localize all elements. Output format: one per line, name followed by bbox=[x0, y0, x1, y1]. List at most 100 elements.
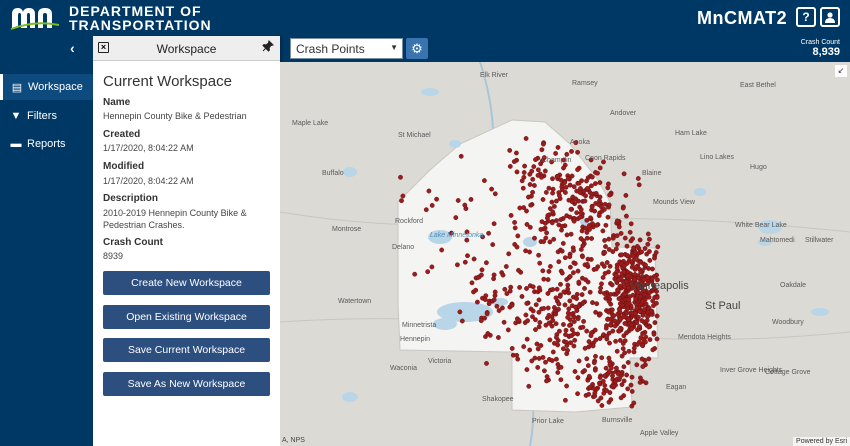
crash-point[interactable] bbox=[537, 320, 543, 325]
crash-point[interactable] bbox=[614, 233, 620, 239]
crash-point[interactable] bbox=[639, 249, 644, 255]
crash-point[interactable] bbox=[632, 272, 638, 277]
crash-point[interactable] bbox=[526, 383, 532, 389]
crash-point[interactable] bbox=[577, 214, 583, 220]
crash-point[interactable] bbox=[612, 323, 618, 329]
crash-point[interactable] bbox=[575, 391, 580, 397]
crash-point[interactable] bbox=[507, 164, 513, 169]
crash-point[interactable] bbox=[623, 278, 629, 284]
crash-point[interactable] bbox=[644, 274, 650, 280]
crash-point[interactable] bbox=[637, 309, 643, 314]
crash-point[interactable] bbox=[514, 244, 520, 250]
crash-point[interactable] bbox=[625, 386, 631, 392]
crash-point[interactable] bbox=[551, 203, 557, 209]
crash-point[interactable] bbox=[616, 224, 622, 230]
crash-point[interactable] bbox=[567, 298, 573, 304]
crash-point[interactable] bbox=[560, 240, 566, 246]
crash-point[interactable] bbox=[585, 185, 590, 191]
crash-point[interactable] bbox=[606, 236, 612, 242]
crash-point[interactable] bbox=[526, 194, 531, 200]
crash-point[interactable] bbox=[615, 371, 621, 377]
crash-point[interactable] bbox=[603, 244, 608, 249]
crash-point[interactable] bbox=[593, 353, 598, 359]
crash-point[interactable] bbox=[607, 263, 613, 269]
crash-point[interactable] bbox=[550, 190, 555, 196]
map-canvas[interactable] bbox=[280, 62, 850, 446]
crash-point[interactable] bbox=[651, 331, 657, 337]
crash-point[interactable] bbox=[594, 301, 600, 307]
crash-point[interactable] bbox=[542, 168, 548, 174]
crash-point[interactable] bbox=[502, 286, 508, 292]
crash-point[interactable] bbox=[654, 294, 660, 300]
crash-point[interactable] bbox=[558, 364, 564, 370]
crash-point[interactable] bbox=[597, 336, 603, 341]
crash-point[interactable] bbox=[458, 153, 464, 159]
crash-point[interactable] bbox=[572, 261, 578, 266]
crash-point[interactable] bbox=[634, 362, 640, 368]
crash-point[interactable] bbox=[618, 230, 624, 236]
crash-point[interactable] bbox=[593, 309, 598, 315]
crash-point[interactable] bbox=[597, 375, 603, 380]
crash-point[interactable] bbox=[513, 320, 519, 326]
crash-point[interactable] bbox=[589, 204, 595, 210]
crash-point[interactable] bbox=[564, 383, 569, 389]
crash-point[interactable] bbox=[619, 252, 625, 258]
crash-point[interactable] bbox=[605, 316, 610, 322]
crash-point[interactable] bbox=[605, 181, 611, 187]
crash-point[interactable] bbox=[580, 300, 586, 306]
crash-point[interactable] bbox=[486, 230, 492, 236]
crash-point[interactable] bbox=[561, 165, 566, 171]
crash-point[interactable] bbox=[531, 164, 537, 170]
crash-point[interactable] bbox=[575, 167, 580, 173]
crash-point[interactable] bbox=[599, 261, 605, 267]
collapse-nav-button[interactable]: ‹ bbox=[70, 40, 75, 56]
crash-point[interactable] bbox=[586, 223, 592, 228]
crash-point[interactable] bbox=[553, 218, 559, 224]
crash-point[interactable] bbox=[524, 286, 529, 291]
crash-point[interactable] bbox=[637, 379, 643, 385]
crash-point[interactable] bbox=[592, 208, 597, 214]
crash-point[interactable] bbox=[578, 236, 584, 242]
crash-point[interactable] bbox=[594, 222, 599, 228]
crash-point[interactable] bbox=[574, 296, 579, 302]
crash-point[interactable] bbox=[639, 356, 645, 362]
crash-point[interactable] bbox=[558, 377, 564, 383]
crash-point[interactable] bbox=[570, 194, 576, 200]
crash-point[interactable] bbox=[399, 198, 404, 204]
crash-point[interactable] bbox=[532, 235, 537, 241]
crash-point[interactable] bbox=[621, 269, 627, 275]
crash-point[interactable] bbox=[550, 176, 555, 182]
crash-point[interactable] bbox=[637, 324, 642, 329]
crash-point[interactable] bbox=[616, 277, 622, 283]
crash-point[interactable] bbox=[533, 302, 539, 308]
crash-point[interactable] bbox=[512, 219, 518, 225]
crash-point[interactable] bbox=[599, 403, 605, 408]
crash-point[interactable] bbox=[543, 322, 549, 328]
crash-point[interactable] bbox=[597, 180, 603, 186]
crash-point[interactable] bbox=[588, 333, 594, 339]
crash-point[interactable] bbox=[535, 173, 541, 178]
crash-point[interactable] bbox=[556, 306, 561, 312]
crash-point[interactable] bbox=[590, 343, 596, 349]
crash-point[interactable] bbox=[527, 249, 533, 255]
crash-point[interactable] bbox=[586, 391, 592, 397]
crash-point[interactable] bbox=[533, 327, 538, 332]
save-as-workspace-button[interactable]: Save As New Workspace bbox=[103, 372, 270, 396]
crash-point[interactable] bbox=[577, 189, 583, 195]
crash-point[interactable] bbox=[564, 151, 570, 157]
crash-point[interactable] bbox=[512, 225, 518, 231]
crash-point[interactable] bbox=[628, 259, 634, 265]
crash-point[interactable] bbox=[645, 241, 651, 247]
save-workspace-button[interactable]: Save Current Workspace bbox=[103, 338, 270, 362]
crash-point[interactable] bbox=[530, 308, 536, 314]
crash-point[interactable] bbox=[583, 193, 588, 199]
crash-point[interactable] bbox=[454, 262, 460, 268]
user-button[interactable] bbox=[820, 7, 840, 27]
crash-point[interactable] bbox=[564, 232, 570, 238]
crash-point[interactable] bbox=[580, 324, 586, 330]
crash-point[interactable] bbox=[568, 340, 573, 346]
crash-point[interactable] bbox=[584, 178, 589, 184]
crash-point[interactable] bbox=[412, 271, 418, 277]
crash-point[interactable] bbox=[654, 336, 660, 342]
crash-point[interactable] bbox=[565, 286, 571, 292]
